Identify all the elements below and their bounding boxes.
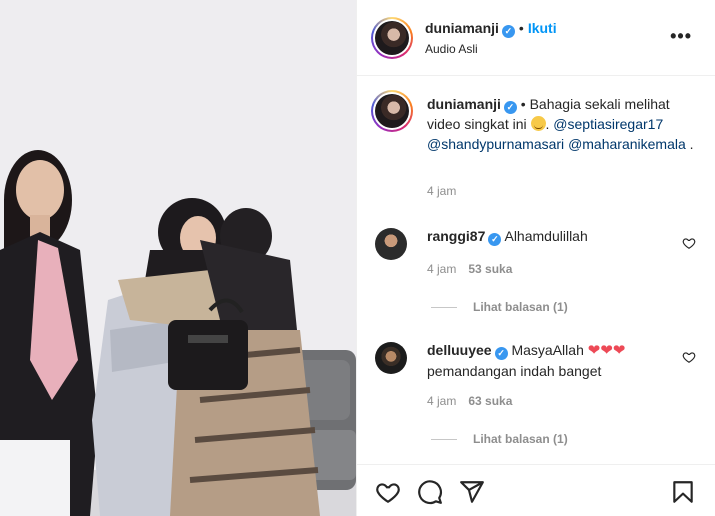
replies-divider — [431, 439, 457, 441]
comment-body: MasyaAllah — [511, 342, 584, 358]
view-replies-button[interactable]: Lihat balasan (1) — [431, 300, 568, 314]
header-user-line: duniamanji ✓ • Ikuti — [425, 20, 557, 38]
view-replies-label[interactable]: Lihat balasan (1) — [473, 300, 568, 314]
mention-link[interactable]: @shandypurnamasari — [427, 136, 564, 152]
comment-meta: 4 jam 53 suka — [427, 262, 512, 276]
comment-likes[interactable]: 53 suka — [468, 262, 512, 276]
comment-text: ranggi87 ✓ Alhamdulillah — [427, 226, 677, 246]
heart-icon[interactable] — [375, 479, 401, 505]
more-options-icon[interactable]: ••• — [670, 26, 692, 47]
comment-text: delluuyee ✓ MasyaAllah ❤❤❤ pemandangan in… — [427, 340, 677, 381]
caption-username[interactable]: duniamanji — [427, 96, 501, 112]
verified-badge-icon: ✓ — [503, 101, 517, 114]
comment-likes[interactable]: 63 suka — [468, 394, 512, 408]
author-username[interactable]: duniamanji — [425, 20, 499, 36]
caption-author-avatar[interactable] — [371, 90, 413, 132]
comment-body-line2: pemandangan indah banget — [427, 363, 602, 379]
mention-link[interactable]: @septiasiregar17 — [553, 116, 663, 132]
commenter-username[interactable]: delluuyee — [427, 342, 492, 358]
view-replies-label[interactable]: Lihat balasan (1) — [473, 432, 568, 446]
video-frame-illustration — [0, 0, 356, 516]
mention-link[interactable]: @maharanikemala — [568, 136, 686, 152]
red-hearts-emoji: ❤❤❤ — [587, 342, 626, 359]
comment-timestamp[interactable]: 4 jam — [427, 262, 456, 276]
separator-dot: • — [518, 20, 524, 36]
smiling-emoji-icon — [530, 116, 546, 131]
send-icon[interactable] — [459, 479, 485, 505]
caption-timestamp[interactable]: 4 jam — [427, 184, 456, 198]
commenter-username[interactable]: ranggi87 — [427, 228, 485, 244]
post-header: duniamanji ✓ • Ikuti Audio Asli ••• — [357, 0, 715, 76]
like-comment-heart-icon[interactable] — [682, 236, 696, 250]
verified-badge-icon: ✓ — [488, 233, 502, 246]
verified-badge-icon: ✓ — [501, 25, 515, 38]
caption-text: duniamanji ✓ • Bahagia sekali melihat vid… — [427, 96, 694, 152]
commenter-avatar[interactable] — [375, 228, 407, 260]
caption-end: . — [689, 136, 694, 152]
commenter-avatar[interactable] — [375, 342, 407, 374]
comment-body: Alhamdulillah — [504, 228, 588, 244]
comment-meta: 4 jam 63 suka — [427, 394, 512, 408]
author-avatar[interactable] — [371, 17, 413, 59]
audio-link[interactable]: Audio Asli — [425, 42, 478, 56]
post-media-video[interactable] — [0, 0, 356, 516]
view-replies-button[interactable]: Lihat balasan (1) — [431, 432, 568, 446]
caption-bullet: • — [520, 96, 526, 112]
post-side-panel: duniamanji ✓ • Ikuti Audio Asli ••• duniama… — [356, 0, 715, 516]
verified-badge-icon: ✓ — [494, 347, 508, 360]
post-action-bar — [357, 464, 715, 516]
comment-icon[interactable] — [417, 479, 443, 505]
bookmark-icon[interactable] — [670, 479, 696, 505]
like-comment-heart-icon[interactable] — [682, 350, 696, 364]
replies-divider — [431, 307, 457, 309]
follow-button[interactable]: Ikuti — [528, 20, 557, 36]
comment-timestamp[interactable]: 4 jam — [427, 394, 456, 408]
